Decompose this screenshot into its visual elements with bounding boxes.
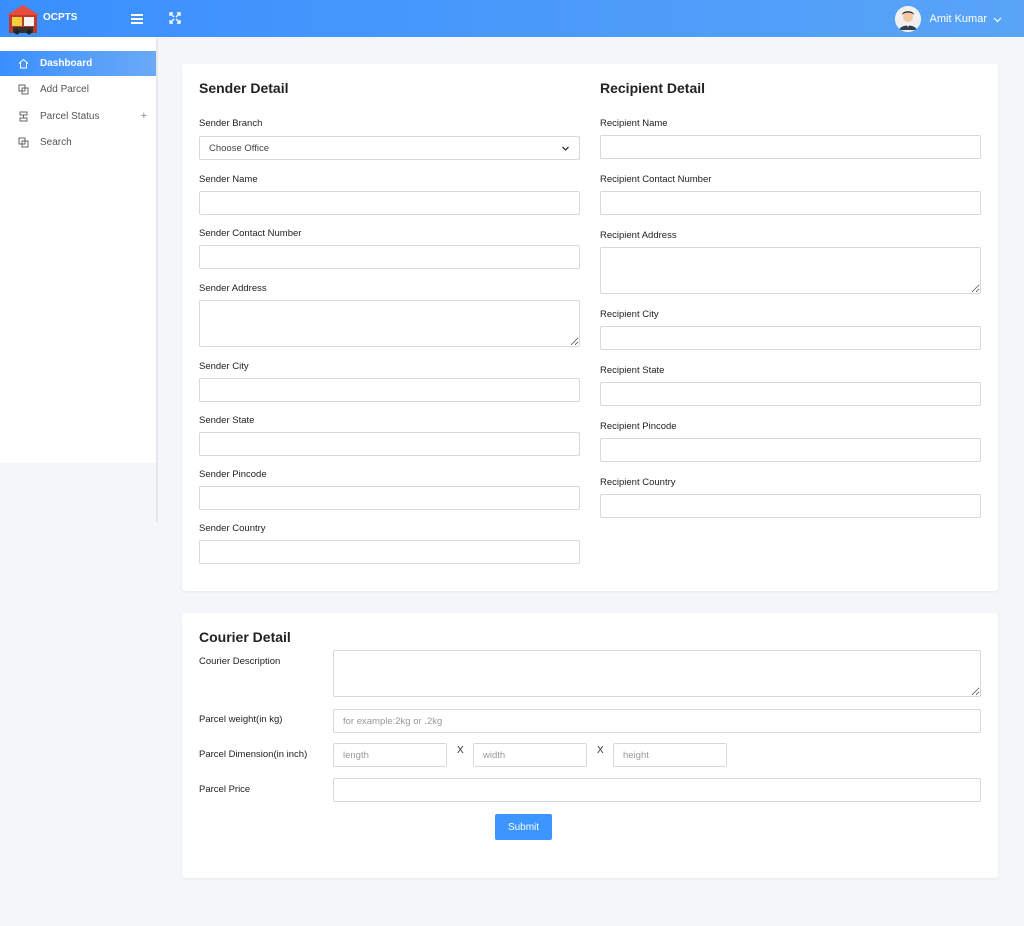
chevron-down-icon xyxy=(562,146,569,151)
courier-description-label: Courier Description xyxy=(199,656,281,667)
copy-icon xyxy=(18,137,29,148)
expand-plus-icon[interactable]: + xyxy=(141,110,147,122)
sender-name-input[interactable] xyxy=(199,191,580,215)
settings-icon xyxy=(19,111,28,122)
user-avatar-icon xyxy=(894,6,921,32)
sender-country-label: Sender Country xyxy=(199,523,266,534)
courier-description-textarea[interactable] xyxy=(333,650,981,697)
sidebar-item-label: Add Parcel xyxy=(40,84,89,95)
recipient-city-label: Recipient City xyxy=(600,309,659,320)
recipient-pincode-label: Recipient Pincode xyxy=(600,421,677,432)
copy-icon xyxy=(18,84,29,95)
parcel-price-label: Parcel Price xyxy=(199,784,251,795)
sidebar-item-add-parcel[interactable]: Add Parcel xyxy=(0,77,157,102)
sidebar-border xyxy=(156,37,158,522)
sender-pincode-input[interactable] xyxy=(199,486,580,510)
recipient-city-input[interactable] xyxy=(600,326,981,350)
sender-recipient-card: Sender Detail Sender Branch Choose Offic… xyxy=(182,64,998,591)
recipient-address-label: Recipient Address xyxy=(600,230,677,241)
submit-button[interactable]: Submit xyxy=(495,814,552,840)
sender-address-label: Sender Address xyxy=(199,283,267,294)
recipient-country-input[interactable] xyxy=(600,494,981,518)
sidebar-item-label: Dashboard xyxy=(40,58,93,69)
top-bar: OCPTS Amit Kumar xyxy=(0,0,1024,37)
user-menu[interactable]: Amit Kumar xyxy=(894,6,1002,32)
sender-branch-label: Sender Branch xyxy=(199,118,263,129)
sender-contact-label: Sender Contact Number xyxy=(199,228,302,239)
parcel-dimension-label: Parcel Dimension(in inch) xyxy=(199,749,308,760)
fullscreen-icon[interactable] xyxy=(168,11,182,25)
sidebar-item-parcel-status[interactable]: Parcel Status + xyxy=(0,104,157,129)
recipient-country-label: Recipient Country xyxy=(600,477,676,488)
home-icon xyxy=(18,58,29,69)
brand-name[interactable]: OCPTS xyxy=(43,12,77,23)
sender-state-input[interactable] xyxy=(199,432,580,456)
sender-country-input[interactable] xyxy=(199,540,580,564)
user-name: Amit Kumar xyxy=(929,13,987,25)
sender-city-label: Sender City xyxy=(199,361,249,372)
sender-detail-title: Sender Detail xyxy=(199,80,289,96)
sidebar-item-search[interactable]: Search xyxy=(0,130,157,155)
recipient-state-label: Recipient State xyxy=(600,365,665,376)
recipient-name-input[interactable] xyxy=(600,135,981,159)
recipient-address-textarea[interactable] xyxy=(600,247,981,294)
chevron-down-icon xyxy=(993,17,1002,22)
sender-contact-input[interactable] xyxy=(199,245,580,269)
parcel-height-input[interactable] xyxy=(613,743,727,767)
ocpts-logo-icon[interactable] xyxy=(7,3,39,35)
parcel-price-input[interactable] xyxy=(333,778,981,802)
sidebar-item-label: Search xyxy=(40,137,72,148)
sender-pincode-label: Sender Pincode xyxy=(199,469,267,480)
sender-state-label: Sender State xyxy=(199,415,255,426)
sender-branch-value: Choose Office xyxy=(209,142,270,154)
parcel-weight-input[interactable] xyxy=(333,709,981,733)
sidebar-item-label: Parcel Status xyxy=(40,111,100,122)
sidebar-item-dashboard[interactable]: Dashboard xyxy=(0,51,157,76)
sidebar: Dashboard Add Parcel Parcel Status + Sea… xyxy=(0,37,157,463)
dimension-separator: X xyxy=(597,745,604,756)
courier-detail-title: Courier Detail xyxy=(199,629,291,645)
recipient-contact-label: Recipient Contact Number xyxy=(600,174,712,185)
recipient-name-label: Recipient Name xyxy=(600,118,668,129)
dimension-separator: X xyxy=(457,745,464,756)
sender-name-label: Sender Name xyxy=(199,174,258,185)
menu-toggle-icon[interactable] xyxy=(131,14,143,24)
recipient-state-input[interactable] xyxy=(600,382,981,406)
recipient-detail-title: Recipient Detail xyxy=(600,80,706,96)
recipient-contact-input[interactable] xyxy=(600,191,981,215)
sender-branch-select[interactable]: Choose Office xyxy=(199,136,580,160)
parcel-length-input[interactable] xyxy=(333,743,447,767)
sender-address-textarea[interactable] xyxy=(199,300,580,347)
courier-detail-card: Courier Detail Courier Description Parce… xyxy=(182,613,998,878)
parcel-width-input[interactable] xyxy=(473,743,587,767)
sender-city-input[interactable] xyxy=(199,378,580,402)
parcel-weight-label: Parcel weight(in kg) xyxy=(199,714,283,725)
recipient-pincode-input[interactable] xyxy=(600,438,981,462)
